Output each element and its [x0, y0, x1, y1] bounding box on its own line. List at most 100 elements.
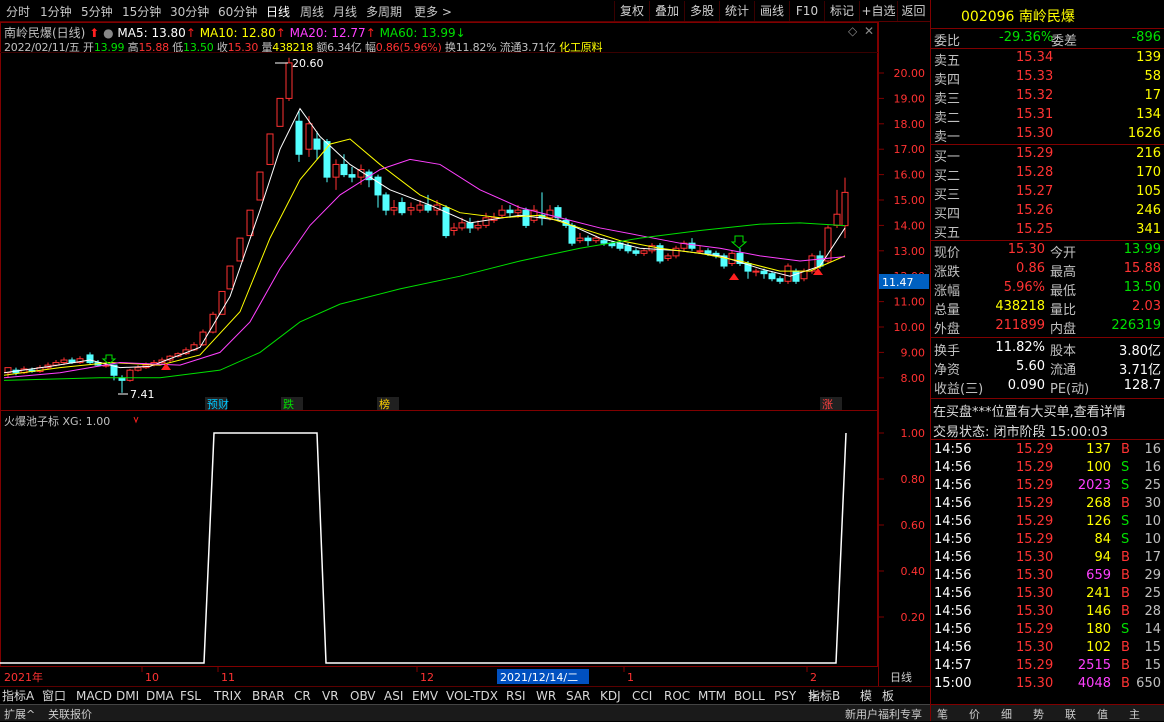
tick-row: 14:56 15.29 126 S 10	[931, 514, 1164, 532]
indicator-b-tab-2[interactable]: 板	[882, 688, 894, 704]
ma5-line	[3, 107, 846, 374]
tick-price: 15.30	[1016, 550, 1054, 565]
indicator-tick-label: 1.00	[901, 427, 926, 440]
stat-label: 涨跌	[934, 265, 961, 280]
ask-label: 卖三	[934, 92, 961, 107]
stat-label: 量比	[1050, 303, 1077, 318]
indicator-b-tab-1[interactable]: 模	[860, 688, 872, 704]
panel-footer-tab-2[interactable]: 细	[1001, 706, 1012, 722]
candle-body	[546, 209, 554, 219]
tick-price: 15.29	[1016, 442, 1054, 457]
tick-volume: 94	[1094, 550, 1111, 565]
quote-stat-row: 外盘 211899 内盘 226319	[931, 318, 1164, 337]
indicator-b-tab-0[interactable]: 指标B	[808, 688, 840, 704]
candle-body	[816, 255, 824, 267]
bid-price: 15.25	[1016, 222, 1054, 237]
candle-body	[776, 278, 784, 282]
tick-time: 15:00	[934, 676, 972, 691]
indicator-tab-8[interactable]: CR	[294, 688, 311, 704]
indicator-tab-0[interactable]: 指标A	[2, 688, 34, 704]
indicator-tab-16[interactable]: SAR	[566, 688, 590, 704]
indicator-tab-19[interactable]: ROC	[664, 688, 690, 704]
indicator-tab-21[interactable]: BOLL	[734, 688, 765, 704]
price-tick-label: 13.00	[894, 245, 926, 258]
indicator-title: 火爆池子标 XG: 1.00	[4, 414, 110, 428]
candle-body	[382, 194, 390, 211]
xg-signal-line	[0, 432, 847, 664]
indicator-tab-14[interactable]: RSI	[506, 688, 526, 704]
indicator-tick-label: 0.40	[901, 565, 926, 578]
tick-row: 14:56 15.30 146 B 28	[931, 604, 1164, 622]
stock-header: 002096 南岭民爆	[961, 6, 1075, 26]
tick-side: S	[1121, 532, 1130, 547]
indicator-tab-20[interactable]: MTM	[698, 688, 726, 704]
tick-volume: 268	[1086, 496, 1111, 511]
indicator-tab-12[interactable]: EMV	[412, 688, 438, 704]
tick-time: 14:56	[934, 460, 972, 475]
candle-body	[506, 209, 514, 214]
indicator-tab-11[interactable]: ASI	[384, 688, 403, 704]
indicator-tab-5[interactable]: FSL	[180, 688, 201, 704]
new-user-benefit-link[interactable]: 新用户福利专享	[845, 706, 922, 722]
tick-side: B	[1121, 586, 1130, 601]
bid-label: 买一	[934, 150, 961, 165]
indicator-tab-6[interactable]: TRIX	[214, 688, 241, 704]
stat-value: 226319	[1111, 318, 1161, 333]
candle-body	[592, 237, 600, 242]
candle-body	[576, 237, 584, 242]
indicator-tab-3[interactable]: DMI	[116, 688, 139, 704]
buy-arrow-icon	[729, 273, 739, 280]
tick-time: 14:56	[934, 442, 972, 457]
candle-body	[664, 255, 672, 259]
tick-row: 14:56 15.29 137 B 16	[931, 442, 1164, 460]
stat-value: 0.86	[1016, 261, 1045, 276]
panel-footer-tab-6[interactable]: 主	[1129, 706, 1140, 722]
indicator-tab-7[interactable]: BRAR	[252, 688, 285, 704]
weicha-value: -896	[1131, 30, 1161, 45]
stat-label: 流通	[1050, 363, 1077, 378]
panel-footer-tab-1[interactable]: 价	[969, 706, 980, 722]
indicator-tab-15[interactable]: WR	[536, 688, 556, 704]
indicator-tab-18[interactable]: CCI	[632, 688, 652, 704]
candle-body	[824, 227, 832, 262]
stat-label: 股本	[1050, 344, 1077, 359]
candle-body	[313, 138, 321, 150]
price-tick-label: 17.00	[894, 143, 926, 156]
tick-count: 30	[1144, 496, 1161, 511]
panel-footer-tab-0[interactable]: 笔	[937, 706, 948, 722]
indicator-tab-13[interactable]: VOL-TDX	[446, 688, 498, 704]
indicator-tab-4[interactable]: DMA	[146, 688, 174, 704]
indicator-tab-17[interactable]: KDJ	[600, 688, 621, 704]
price-tick-label: 19.00	[894, 92, 926, 105]
panel-footer-tab-3[interactable]: 势	[1033, 706, 1044, 722]
panel-footer-tab-5[interactable]: 值	[1097, 706, 1108, 722]
big-order-notice[interactable]: 在买盘***位置有大买单,查看详情	[933, 401, 1126, 420]
expand-button[interactable]: 扩展^	[4, 706, 35, 722]
bid-row: 买四 15.26 246	[931, 203, 1164, 222]
candle-body	[390, 207, 398, 211]
related-quote-button[interactable]: 关联报价	[48, 706, 92, 722]
price-tick-label: 20.00	[894, 67, 926, 80]
indicator-tab-1[interactable]: 窗口	[42, 688, 66, 704]
tick-count: 29	[1144, 568, 1161, 583]
candle-body	[236, 237, 244, 262]
trade-state-time: 15:00:03	[1049, 425, 1109, 440]
panel-footer-tab-4[interactable]: 联	[1065, 706, 1076, 722]
date-label-oct: 10	[145, 671, 159, 684]
candle-body	[696, 250, 704, 253]
ask-volume: 58	[1144, 69, 1161, 84]
price-tick-label: 15.00	[894, 194, 926, 207]
tick-side: S	[1121, 460, 1130, 475]
tick-count: 15	[1144, 640, 1161, 655]
kline-chart[interactable]: 20.0019.0018.0017.0016.0015.0014.0013.00…	[0, 0, 930, 686]
tick-side: S	[1121, 622, 1130, 637]
tick-side: B	[1121, 676, 1130, 691]
indicator-tab-2[interactable]: MACD	[76, 688, 112, 704]
tick-price: 15.29	[1016, 622, 1054, 637]
indicator-tab-10[interactable]: OBV	[350, 688, 376, 704]
indicator-tab-22[interactable]: PSY	[774, 688, 796, 704]
indicator-tab-9[interactable]: VR	[322, 688, 339, 704]
ask-row: 卖三 15.32 17	[931, 88, 1164, 107]
candle-body	[640, 250, 648, 254]
price-tick-label: 14.00	[894, 219, 926, 232]
